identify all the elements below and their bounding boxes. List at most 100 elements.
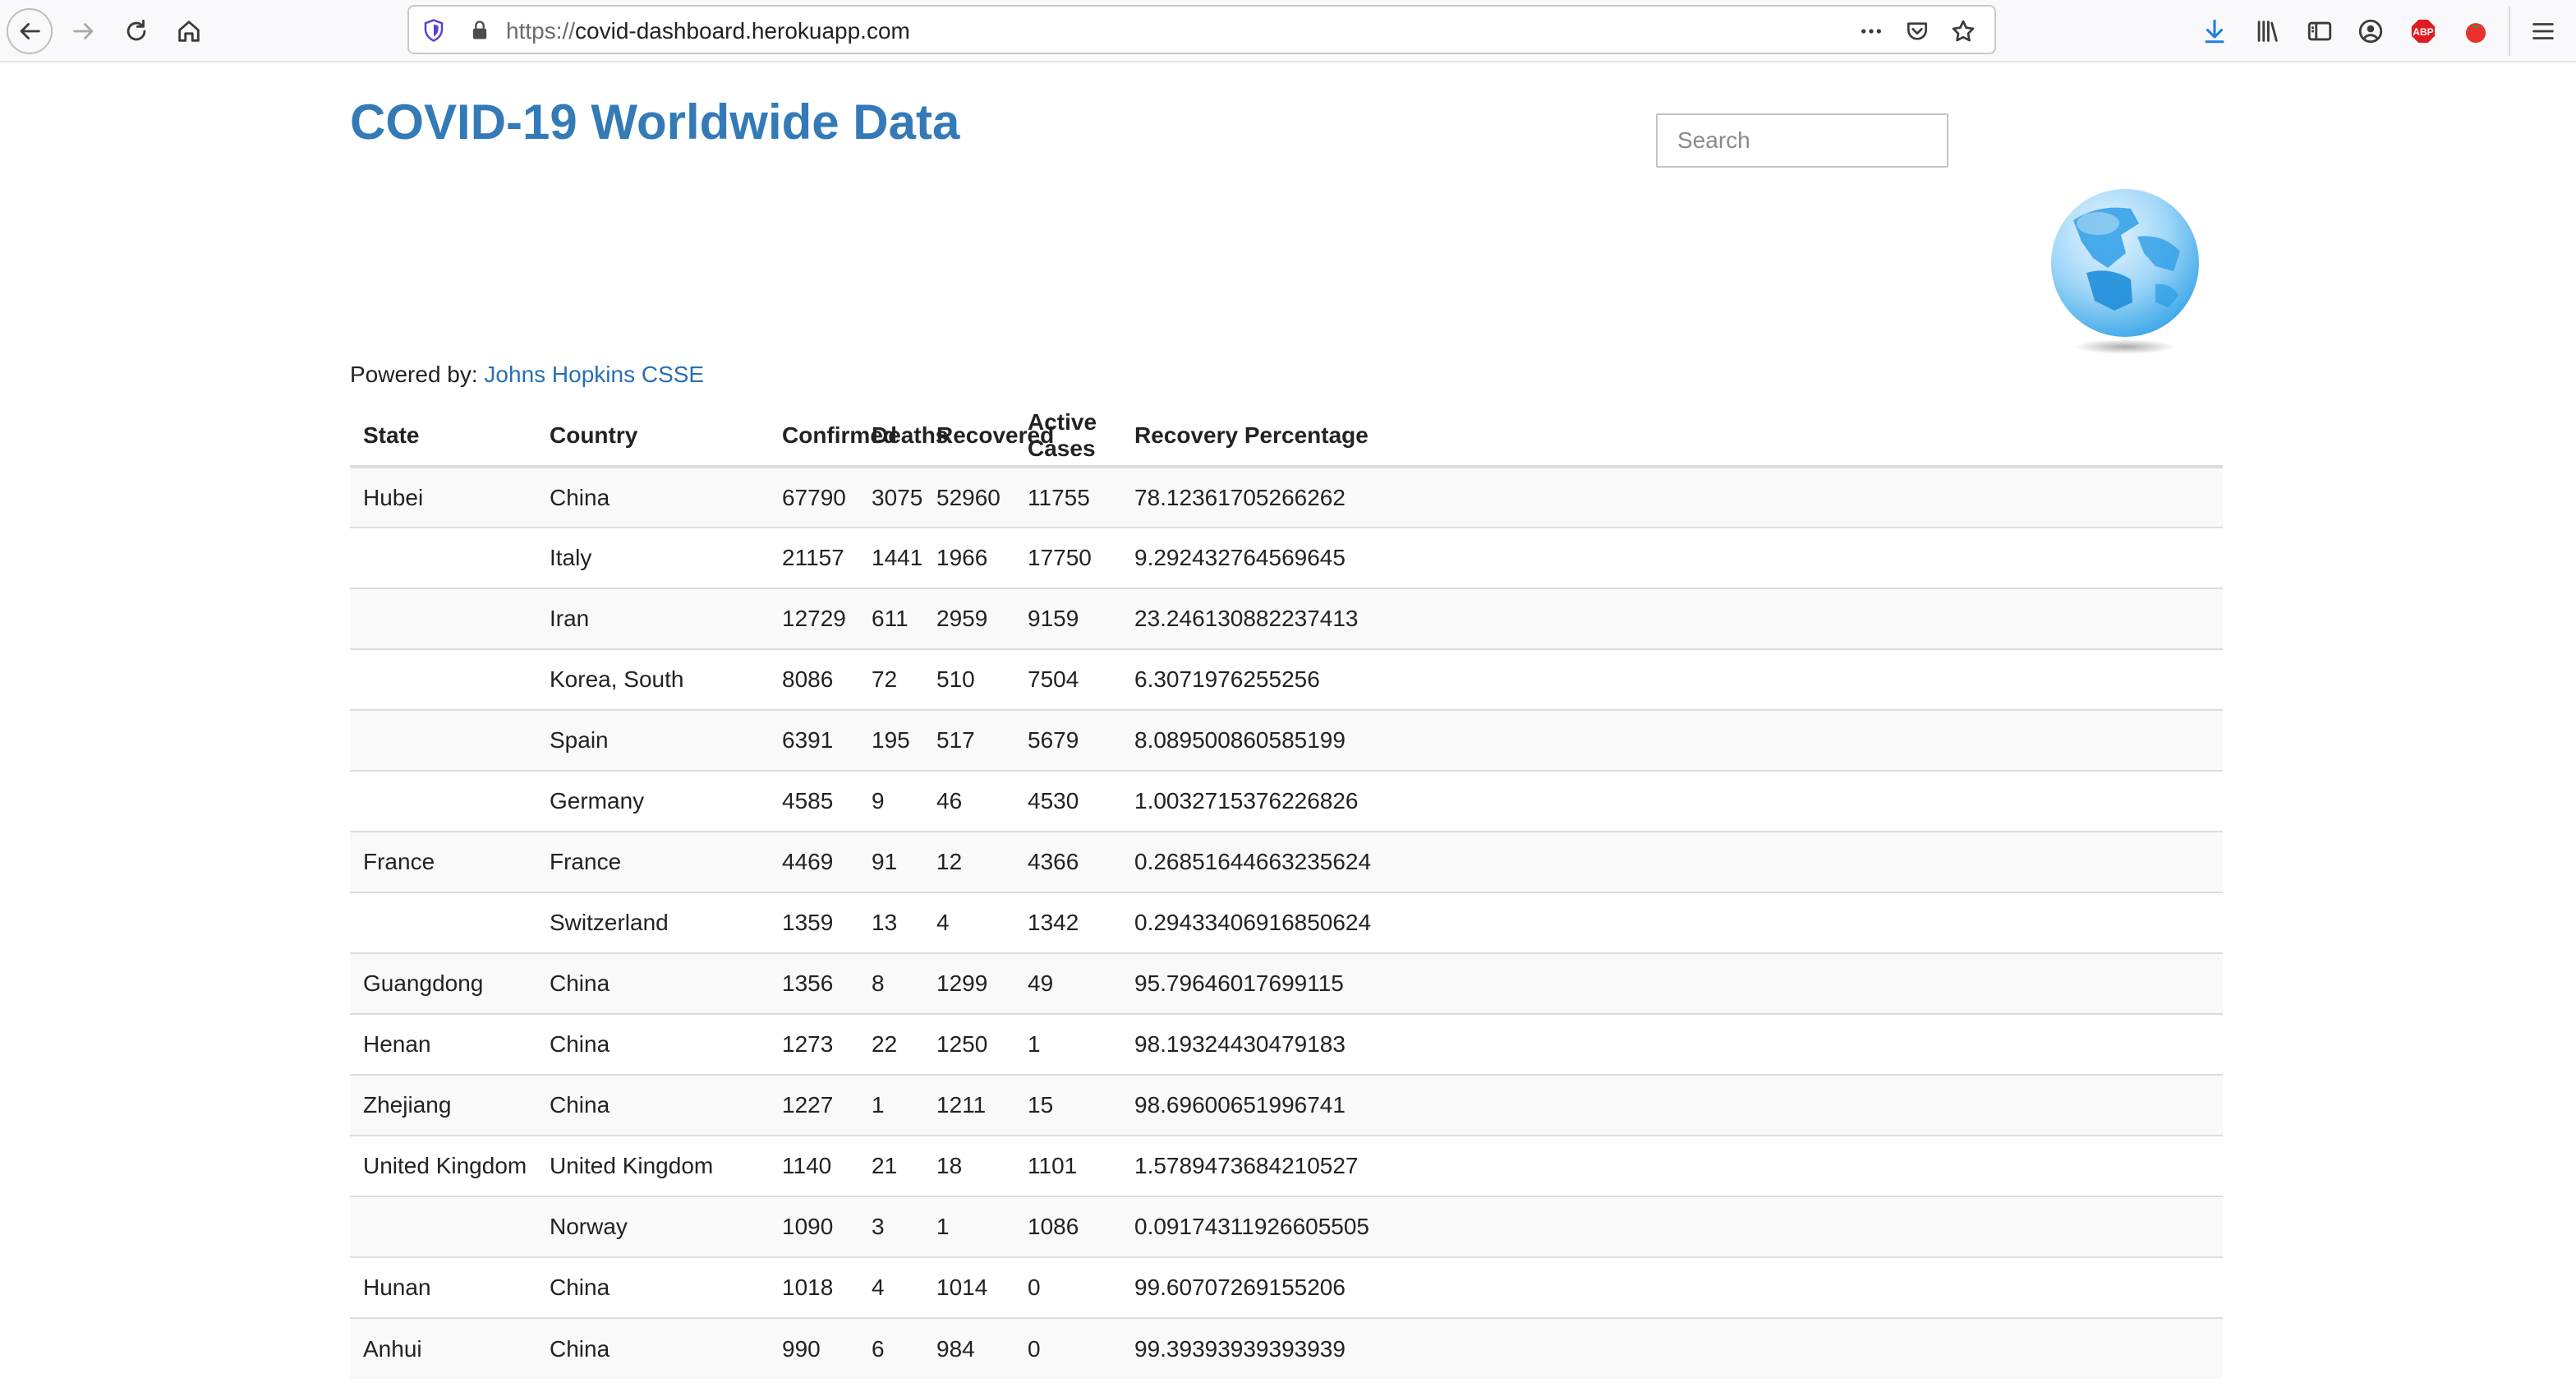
- cell-recovery-percentage: 1.0032715376226826: [1121, 770, 2223, 832]
- cell-state: [350, 588, 536, 649]
- cell-confirmed: 1273: [769, 1013, 858, 1075]
- cell-confirmed: 4585: [769, 770, 858, 832]
- cell-state: Zhejiang: [350, 1074, 536, 1136]
- cell-active-cases: 4366: [1014, 831, 1121, 892]
- url-scheme: https://: [506, 18, 576, 44]
- cell-country: United Kingdom: [536, 1135, 769, 1196]
- forward-button[interactable]: [61, 8, 107, 54]
- page-title: COVID-19 Worldwide Data: [350, 94, 960, 150]
- cell-deaths: 13: [858, 892, 923, 953]
- cell-confirmed: 1356: [769, 952, 858, 1014]
- cell-recovery-percentage: 99.60707269155206: [1121, 1256, 2223, 1318]
- table-row: United Kingdom United Kingdom 1140 21 18 1101…: [350, 1135, 2223, 1196]
- table-row: Italy 21157 1441 1966 17750 9.292432764569645: [350, 527, 2223, 588]
- header-recovered[interactable]: Recovered: [923, 406, 1054, 468]
- cell-state: [350, 1196, 536, 1257]
- pocket-icon[interactable]: [1902, 16, 1932, 46]
- home-icon: [178, 21, 200, 42]
- cell-state: Anhui: [350, 1317, 536, 1379]
- cell-state: [350, 892, 536, 953]
- cell-recovered: 1014: [923, 1256, 1014, 1318]
- cell-recovery-percentage: 99.39393939393939: [1121, 1317, 2223, 1379]
- header-confirmed[interactable]: Confirmed: [769, 406, 897, 468]
- toolbar-separator: [2509, 7, 2510, 56]
- cell-recovered: 4: [923, 892, 1014, 953]
- tomato-extension-icon[interactable]: [2459, 15, 2492, 48]
- cell-recovered: 517: [923, 709, 1014, 771]
- library-icon[interactable]: [2251, 15, 2284, 48]
- cell-active-cases: 7504: [1014, 648, 1121, 710]
- header-active-cases[interactable]: Active Cases: [1014, 406, 1121, 468]
- cell-recovery-percentage: 6.3071976255256: [1121, 648, 2223, 710]
- cell-recovered: 1: [923, 1196, 1014, 1257]
- cell-recovered: 984: [923, 1317, 1014, 1379]
- back-arrow-icon: [20, 23, 40, 39]
- tracking-protection-shield-icon[interactable]: [421, 17, 447, 44]
- adblock-plus-icon[interactable]: ABP: [2407, 15, 2440, 48]
- header-country[interactable]: Country: [536, 406, 769, 468]
- cell-recovered: 1299: [923, 952, 1014, 1014]
- cell-state: [350, 648, 536, 710]
- cell-deaths: 3: [858, 1196, 923, 1257]
- sidebar-icon[interactable]: [2303, 15, 2336, 48]
- cell-active-cases: 49: [1014, 952, 1121, 1014]
- cell-confirmed: 4469: [769, 831, 858, 892]
- reload-button[interactable]: [113, 8, 159, 54]
- cell-active-cases: 1: [1014, 1013, 1121, 1075]
- downloads-icon[interactable]: [2198, 15, 2231, 48]
- table-header-row: State Country Confirmed Deaths Recovered…: [350, 406, 2223, 468]
- cell-deaths: 72: [858, 648, 923, 710]
- browser-toolbar: https://covid-dashboard.herokuapp.com AB…: [0, 0, 2576, 62]
- cell-active-cases: 11755: [1014, 467, 1121, 528]
- table-row: France France 4469 91 12 4366 0.26851644663235…: [350, 831, 2223, 892]
- cell-state: [350, 770, 536, 832]
- cell-confirmed: 1018: [769, 1256, 858, 1318]
- cell-country: France: [536, 831, 769, 892]
- cell-active-cases: 17750: [1014, 527, 1121, 588]
- johns-hopkins-link[interactable]: Johns Hopkins CSSE: [484, 362, 704, 387]
- cell-active-cases: 4530: [1014, 770, 1121, 832]
- page-actions-ellipsis-icon[interactable]: [1856, 16, 1886, 46]
- cell-confirmed: 6391: [769, 709, 858, 771]
- search-input[interactable]: [1656, 113, 1948, 168]
- table-row: Germany 4585 9 46 4530 1.0032715376226826: [350, 770, 2223, 832]
- cell-active-cases: 9159: [1014, 588, 1121, 649]
- cell-confirmed: 12729: [769, 588, 858, 649]
- bookmark-star-icon[interactable]: [1948, 16, 1978, 46]
- cell-confirmed: 1140: [769, 1135, 858, 1196]
- table-row: Henan China 1273 22 1250 1 98.19324430479183: [350, 1013, 2223, 1075]
- cell-country: China: [536, 1317, 769, 1379]
- table-row: Zhejiang China 1227 1 1211 15 98.6960065199674…: [350, 1074, 2223, 1136]
- cell-state: Henan: [350, 1013, 536, 1075]
- account-icon[interactable]: [2354, 15, 2387, 48]
- cell-state: [350, 527, 536, 588]
- cell-recovered: 46: [923, 770, 1014, 832]
- table-row: Spain 6391 195 517 5679 8.089500860585199: [350, 709, 2223, 771]
- powered-by: Powered by: Johns Hopkins CSSE: [350, 362, 704, 388]
- cell-recovered: 1966: [923, 527, 1014, 588]
- cell-deaths: 8: [858, 952, 923, 1014]
- url-bar[interactable]: https://covid-dashboard.herokuapp.com: [407, 5, 1996, 54]
- cell-country: Norway: [536, 1196, 769, 1257]
- hamburger-menu-icon[interactable]: [2527, 15, 2560, 48]
- header-state[interactable]: State: [350, 406, 536, 468]
- url-host: covid-dashboard.herokuapp.com: [575, 18, 910, 44]
- cell-deaths: 91: [858, 831, 923, 892]
- table-row: Hubei China 67790 3075 52960 11755 78.12361705…: [350, 467, 2223, 528]
- cell-country: Iran: [536, 588, 769, 649]
- cell-confirmed: 1359: [769, 892, 858, 953]
- url-text[interactable]: https://covid-dashboard.herokuapp.com: [506, 18, 910, 44]
- cell-recovery-percentage: 95.79646017699115: [1121, 952, 2223, 1014]
- cell-country: China: [536, 952, 769, 1014]
- cell-recovery-percentage: 0.29433406916850624: [1121, 892, 2223, 953]
- cell-country: Germany: [536, 770, 769, 832]
- lock-icon[interactable]: [467, 17, 493, 44]
- cell-confirmed: 990: [769, 1317, 858, 1379]
- home-button[interactable]: [166, 8, 212, 54]
- cell-country: China: [536, 1256, 769, 1318]
- back-button[interactable]: [7, 8, 53, 54]
- cell-state: [350, 709, 536, 771]
- cell-recovery-percentage: 98.69600651996741: [1121, 1074, 2223, 1136]
- header-recovery-percentage[interactable]: Recovery Percentage: [1121, 406, 2223, 468]
- cell-recovery-percentage: 8.089500860585199: [1121, 709, 2223, 771]
